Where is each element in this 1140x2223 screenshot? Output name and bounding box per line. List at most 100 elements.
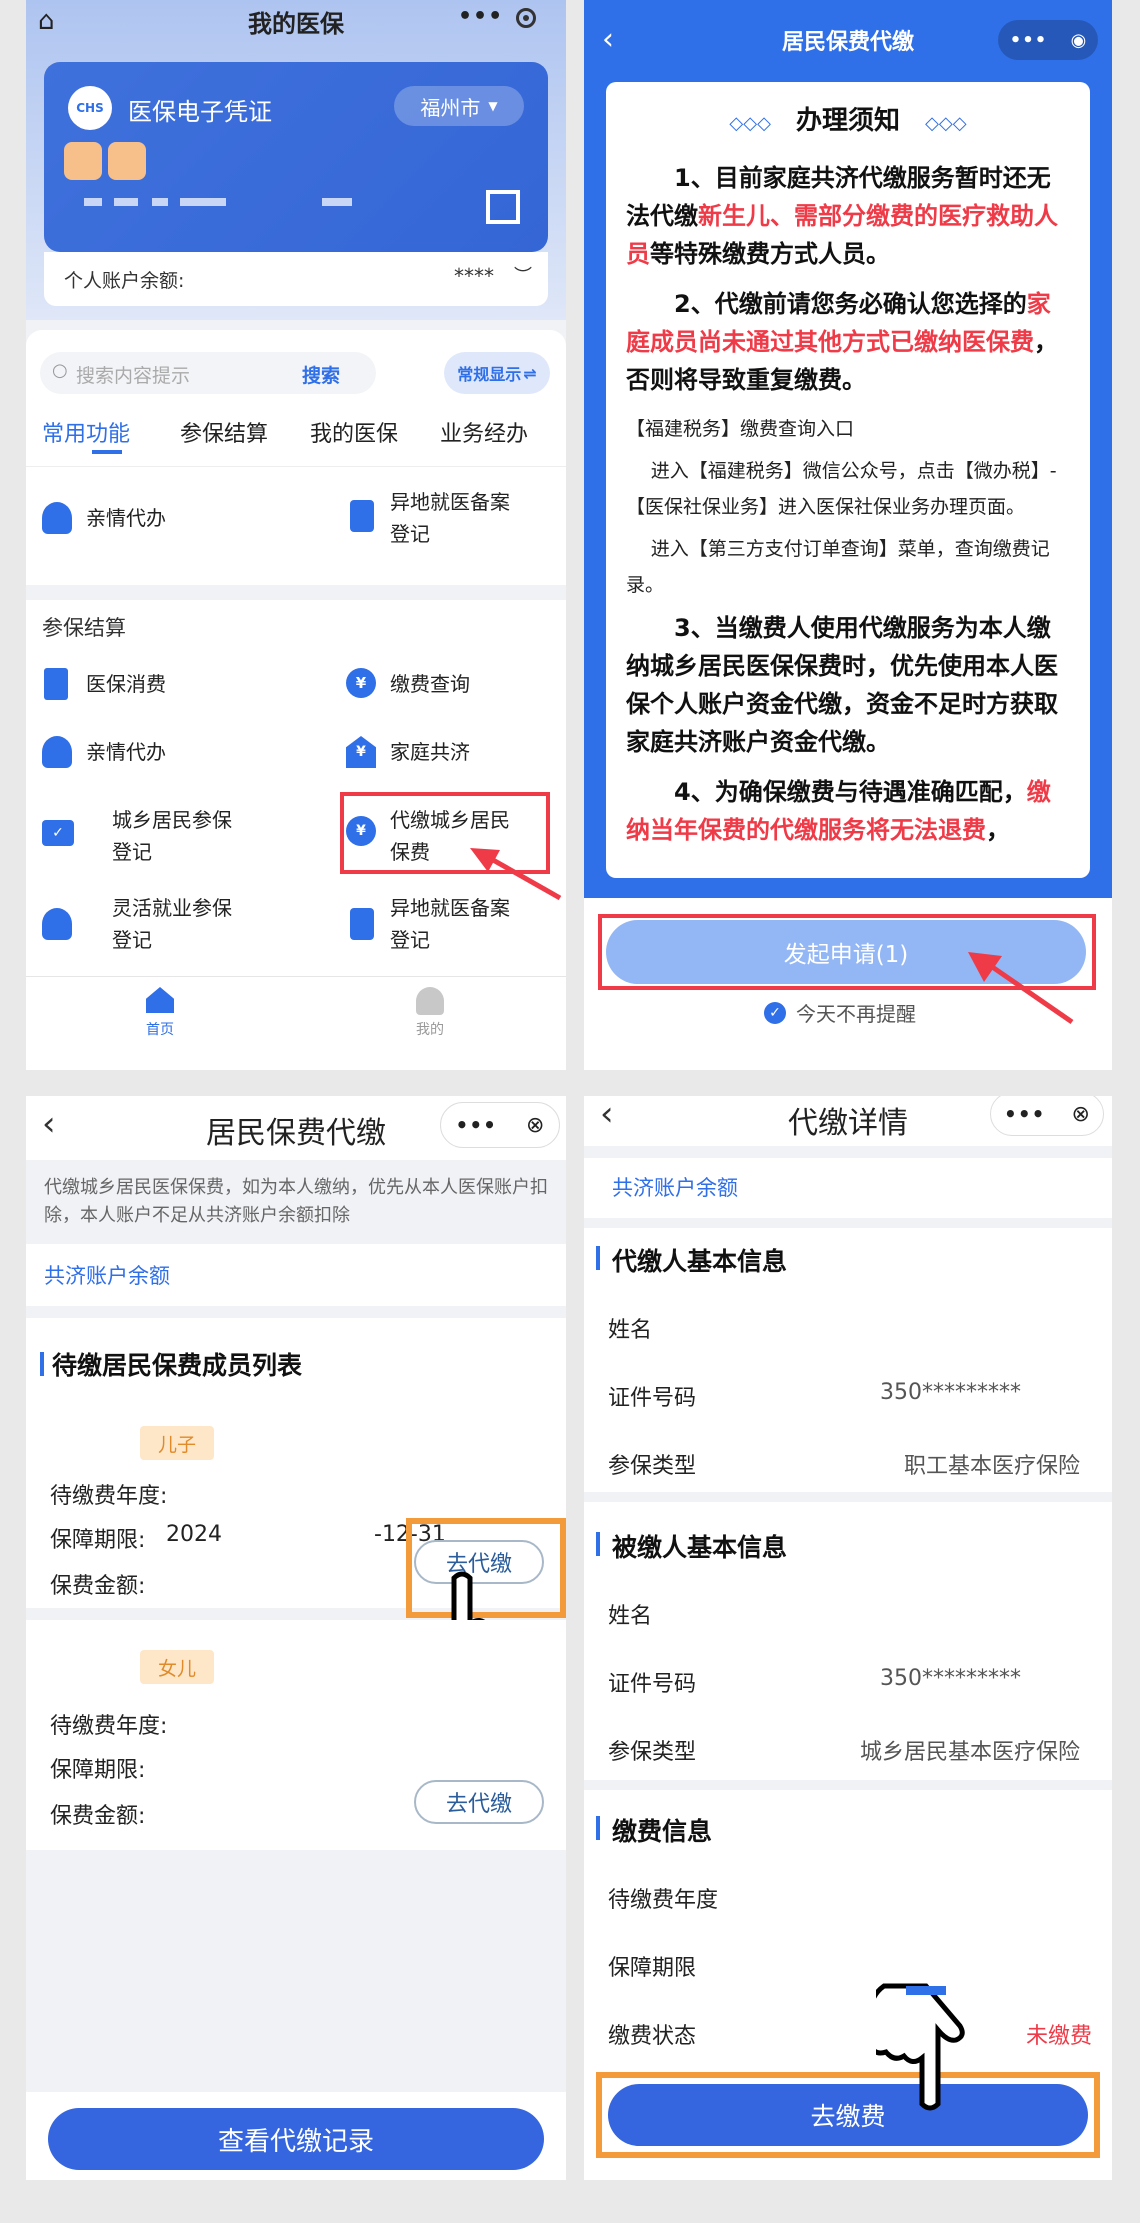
section-title: 参保结算	[42, 616, 126, 640]
masked-id	[114, 198, 138, 206]
section-accent	[596, 1816, 600, 1840]
bottom-nav: 首页 我的	[26, 976, 566, 1070]
item-family-proxy[interactable]: 亲情代办	[42, 734, 272, 774]
member-card: 女儿 待缴费年度: 保障期限: 保费金额: 去代缴	[26, 1620, 566, 1850]
section-accent	[596, 1532, 600, 1556]
masked-id	[180, 198, 226, 206]
id-number-value: 350*********	[880, 1666, 1021, 1691]
close-icon[interactable]	[516, 8, 536, 32]
field-label: 证件号码	[608, 1672, 697, 1697]
no-remind-checkbox[interactable]: ✓ 今天不再提醒	[764, 998, 916, 1027]
balance-label: 共济账户余额	[44, 1264, 170, 1288]
notice-paragraph-4: 4、为确保缴费与待遇准确匹配，缴纳当年保费的代缴服务将无法退费，	[626, 773, 1070, 849]
document-icon	[350, 500, 374, 532]
text: 2、代缴前请您务必确认您选择的	[674, 290, 1027, 318]
more-icon[interactable]: •••	[458, 4, 503, 29]
panel-my-insurance: ⌂ 我的医保 ••• CHS 医保电子凭证 福州市 ▼ 个人账户余额: **** …	[26, 0, 566, 1070]
search-icon: ○	[52, 360, 68, 381]
item-label: 家庭共济	[390, 740, 470, 764]
item-resident-enrollment[interactable]: ✓ 城乡居民参保 登记	[42, 804, 272, 870]
decor-diamond-icon: ◇◇◇	[729, 113, 771, 134]
item-label: 医保消费	[86, 672, 166, 696]
item-label: 灵活就业参保	[112, 896, 232, 920]
home-icon	[146, 987, 174, 1013]
item-label-line2: 登记	[390, 928, 430, 952]
panel-proxy-detail: ‹ 代缴详情 ••• ⊗ 共济账户余额 代缴人基本信息 姓名 证件号码 350*…	[584, 1096, 1112, 2180]
person-icon	[42, 908, 72, 940]
notice-tax-step-1: 进入【福建税务】微信公众号，点击【微办税】-【医保社保业务】进入医保社保业务办理…	[626, 460, 1057, 518]
card-check-icon: ✓	[42, 820, 74, 846]
city-selector[interactable]: 福州市 ▼	[394, 86, 524, 126]
close-icon[interactable]: ⊗	[526, 1113, 544, 1138]
balance-row: 个人账户余额: **** ︶	[44, 252, 548, 306]
search-button[interactable]: 搜索	[302, 361, 340, 388]
field-label: 姓名	[608, 1604, 653, 1629]
divider	[26, 466, 566, 467]
payment-status: 未缴费	[1026, 2024, 1093, 2049]
section-title: 被缴人基本信息	[612, 1533, 788, 1562]
close-icon[interactable]: ◉	[1071, 30, 1087, 51]
item-medical-consumption[interactable]: 医保消费	[42, 666, 272, 706]
bottom-bar: 查看代缴记录	[26, 2092, 566, 2180]
item-label: 缴费查询	[390, 672, 470, 696]
view-records-button[interactable]: 查看代缴记录	[48, 2108, 544, 2170]
tab-business[interactable]: 业务经办	[440, 416, 528, 448]
common-item-remote-medical[interactable]: 异地就医备案 登记	[350, 486, 560, 552]
highlight-box	[596, 2072, 1100, 2158]
miniapp-capsule: ••• ⊗	[440, 1102, 560, 1148]
tab-common[interactable]: 常用功能	[42, 416, 130, 448]
document-icon	[350, 908, 374, 940]
period-label: 保障期限:	[50, 1758, 146, 1783]
check-icon: ✓	[764, 1001, 786, 1024]
avatar-elder[interactable]	[64, 142, 102, 180]
text: 等特殊缴费方式人员。	[650, 240, 890, 268]
balance-label: 个人账户余额:	[64, 270, 185, 292]
notice-paragraph-3: 3、当缴费人使用代缴服务为本人缴纳城乡居民医保保费时，优先使用本人医保个人账户资…	[626, 614, 1058, 756]
notice-tax-step-2: 进入【第三方支付订单查询】菜单，查询缴费记录。	[626, 538, 1050, 596]
yen-search-icon: ¥	[346, 668, 376, 698]
qr-code-icon[interactable]	[486, 190, 520, 224]
section-accent	[40, 1352, 44, 1376]
item-label: 城乡居民参保	[112, 808, 232, 832]
user-icon	[416, 987, 444, 1015]
insurance-card[interactable]: CHS 医保电子凭证 福州市 ▼	[44, 62, 548, 252]
common-item-proxy[interactable]: 亲情代办	[42, 498, 292, 538]
insurance-type-value: 城乡居民基本医疗保险	[860, 1740, 1081, 1765]
tip-text: 代缴城乡居民医保保费，如为本人缴纳，优先从本人医保账户扣除，本人账户不足从共济账…	[44, 1177, 548, 1226]
masked-id	[152, 198, 168, 206]
item-family-mutual[interactable]: ¥ 家庭共济	[346, 734, 556, 774]
city-label: 福州市	[420, 95, 481, 120]
relation-tag: 儿子	[140, 1426, 214, 1460]
amount-label: 保费金额:	[50, 1574, 146, 1599]
more-icon[interactable]: •••	[1004, 1102, 1045, 1126]
swap-icon: ⇌	[523, 363, 537, 383]
chevron-down-icon: ▼	[488, 99, 498, 113]
tab-my-insurance[interactable]: 我的医保	[310, 416, 398, 448]
nav-home[interactable]: 首页	[130, 983, 190, 1043]
item-payment-query[interactable]: ¥ 缴费查询	[346, 666, 556, 706]
tab-settlement[interactable]: 参保结算	[180, 416, 268, 448]
payment-section: 缴费信息 待缴费年度 保障期限 缴费状态 未缴费 去缴费	[584, 1790, 1112, 2180]
balance-value: ****	[454, 264, 494, 288]
avatar-child[interactable]	[108, 142, 146, 180]
nav-mine[interactable]: 我的	[400, 983, 460, 1043]
card-title: 医保电子凭证	[128, 98, 272, 126]
more-icon[interactable]: •••	[456, 1113, 497, 1137]
close-icon[interactable]: ⊗	[1072, 1102, 1090, 1127]
more-icon[interactable]: •••	[1010, 30, 1048, 51]
field-label: 缴费状态	[608, 2024, 697, 2049]
proxy-pay-button[interactable]: 去代缴	[414, 1780, 544, 1824]
search-input[interactable]: ○ 搜索内容提示 搜索	[40, 352, 376, 394]
search-placeholder: 搜索内容提示	[76, 365, 191, 387]
display-mode-label: 常规显示	[457, 365, 522, 384]
eye-closed-icon[interactable]: ︶	[514, 262, 532, 288]
item-label-line2: 登记	[112, 840, 152, 864]
field-label: 姓名	[608, 1318, 653, 1343]
chs-logo-icon: CHS	[68, 86, 112, 130]
period-value: 2024	[166, 1522, 222, 1547]
item-flexible-enrollment[interactable]: 灵活就业参保 登记	[42, 892, 272, 958]
field-label: 参保类型	[608, 1454, 697, 1479]
miniapp-capsule: ••• ⊗	[990, 1096, 1104, 1136]
text: ，	[986, 816, 1010, 844]
display-mode-toggle[interactable]: 常规显示 ⇌	[444, 352, 550, 394]
